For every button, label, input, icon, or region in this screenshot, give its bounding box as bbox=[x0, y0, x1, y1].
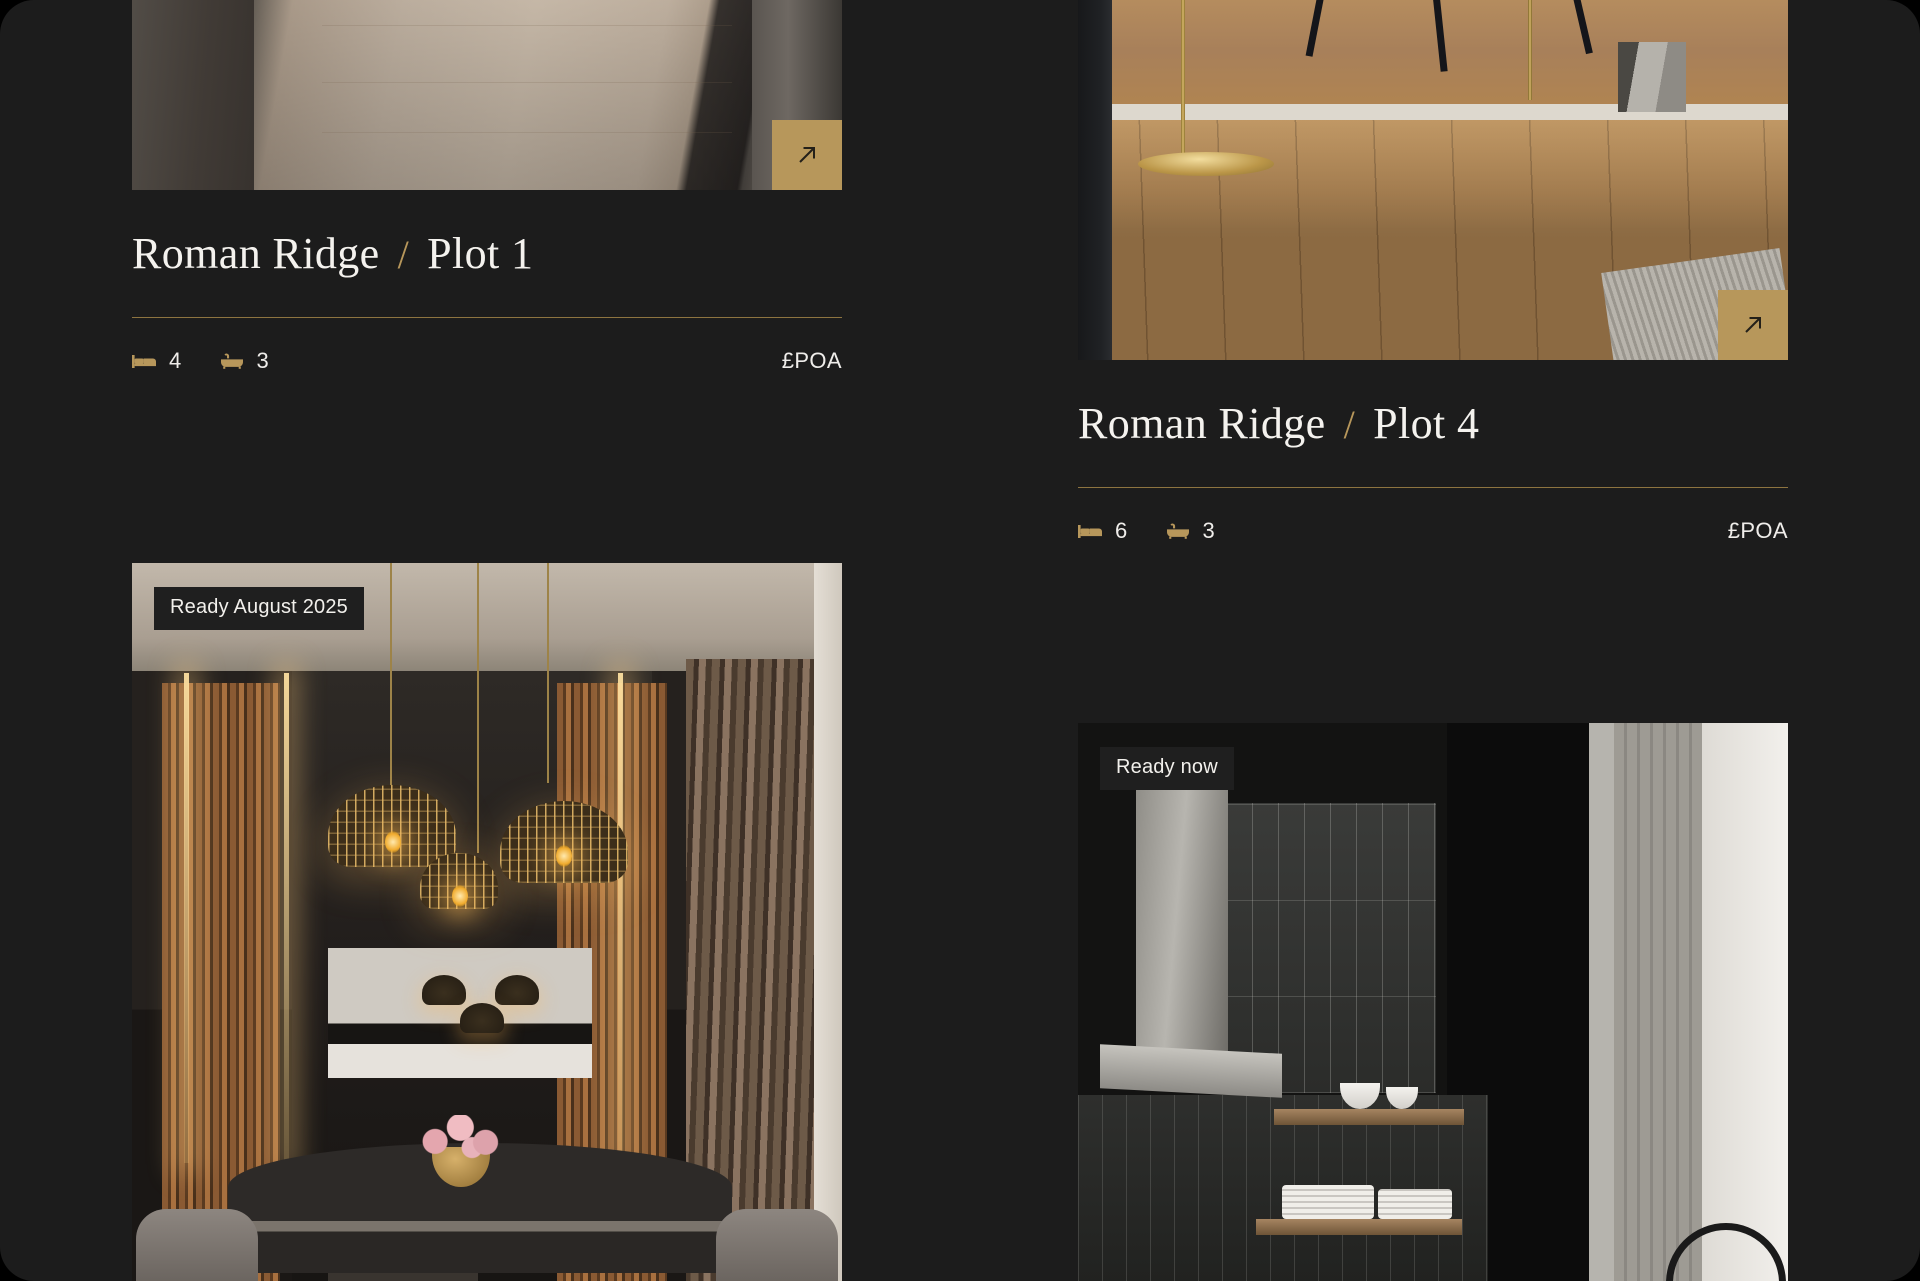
listing-card-3[interactable]: Ready August 2025 bbox=[132, 563, 842, 1281]
gold-divider bbox=[1078, 487, 1788, 488]
listing-image-plot-1[interactable] bbox=[132, 0, 842, 190]
listing-title-plot-1: Roman Ridge / Plot 1 bbox=[132, 190, 842, 279]
yellow-armchair-photo bbox=[1078, 0, 1788, 360]
listing-details-plot-4: Roman Ridge / Plot 4 6 3 £POA bbox=[1078, 360, 1788, 544]
listing-title-plot-4: Roman Ridge / Plot 4 bbox=[1078, 360, 1788, 449]
open-listing-arrow-button-plot-4[interactable] bbox=[1718, 290, 1788, 360]
bathrooms-stat: 3 bbox=[1166, 518, 1216, 544]
listing-grid: Roman Ridge / Plot 1 4 3 £POA Roman Ridg… bbox=[0, 0, 1920, 1281]
arrow-up-right-icon bbox=[1745, 317, 1761, 333]
listing-price-plot-1: £POA bbox=[781, 348, 842, 373]
arrow-up-right-icon bbox=[799, 147, 815, 163]
bedrooms-stat: 4 bbox=[132, 348, 182, 374]
dark-kitchen-photo bbox=[1078, 723, 1788, 1281]
bed-icon bbox=[1078, 525, 1102, 538]
dining-room-pendants-photo bbox=[132, 563, 842, 1281]
bathrooms-stat: 3 bbox=[220, 348, 270, 374]
plot-name: Plot 1 bbox=[427, 229, 534, 278]
property-listings-page: Roman Ridge / Plot 1 4 3 £POA Roman Ridg… bbox=[0, 0, 1920, 1281]
development-name: Roman Ridge bbox=[132, 229, 380, 278]
listing-card-plot-4[interactable]: Roman Ridge / Plot 4 6 3 £POA bbox=[1078, 0, 1788, 544]
availability-badge-3: Ready August 2025 bbox=[154, 587, 364, 630]
listing-image-plot-4[interactable] bbox=[1078, 0, 1788, 360]
bathrooms-count: 3 bbox=[256, 348, 270, 373]
development-name: Roman Ridge bbox=[1078, 399, 1326, 448]
bedrooms-count: 4 bbox=[169, 348, 182, 373]
bathrooms-count: 3 bbox=[1202, 518, 1216, 543]
title-separator: / bbox=[397, 232, 410, 277]
open-listing-arrow-button-plot-1[interactable] bbox=[772, 120, 842, 190]
title-separator: / bbox=[1343, 402, 1356, 447]
listing-image-3[interactable]: Ready August 2025 bbox=[132, 563, 842, 1281]
bathtub-icon bbox=[1166, 523, 1189, 539]
listing-price-plot-4: £POA bbox=[1727, 518, 1788, 543]
bedrooms-count: 6 bbox=[1115, 518, 1128, 543]
availability-badge-4: Ready now bbox=[1100, 747, 1234, 790]
gold-divider bbox=[132, 317, 842, 318]
bed-icon bbox=[132, 355, 156, 368]
bathtub-icon bbox=[220, 353, 243, 369]
listing-image-4[interactable]: Ready now bbox=[1078, 723, 1788, 1281]
listing-meta-plot-1: 4 3 £POA bbox=[132, 348, 842, 374]
listing-details-plot-1: Roman Ridge / Plot 1 4 3 £POA bbox=[132, 190, 842, 374]
bedrooms-stat: 6 bbox=[1078, 518, 1128, 544]
kitchen-floor-photo bbox=[132, 0, 842, 190]
listing-card-4[interactable]: Ready now bbox=[1078, 723, 1788, 1281]
listing-meta-plot-4: 6 3 £POA bbox=[1078, 518, 1788, 544]
plot-name: Plot 4 bbox=[1373, 399, 1480, 448]
listing-card-plot-1[interactable]: Roman Ridge / Plot 1 4 3 £POA bbox=[132, 0, 842, 374]
